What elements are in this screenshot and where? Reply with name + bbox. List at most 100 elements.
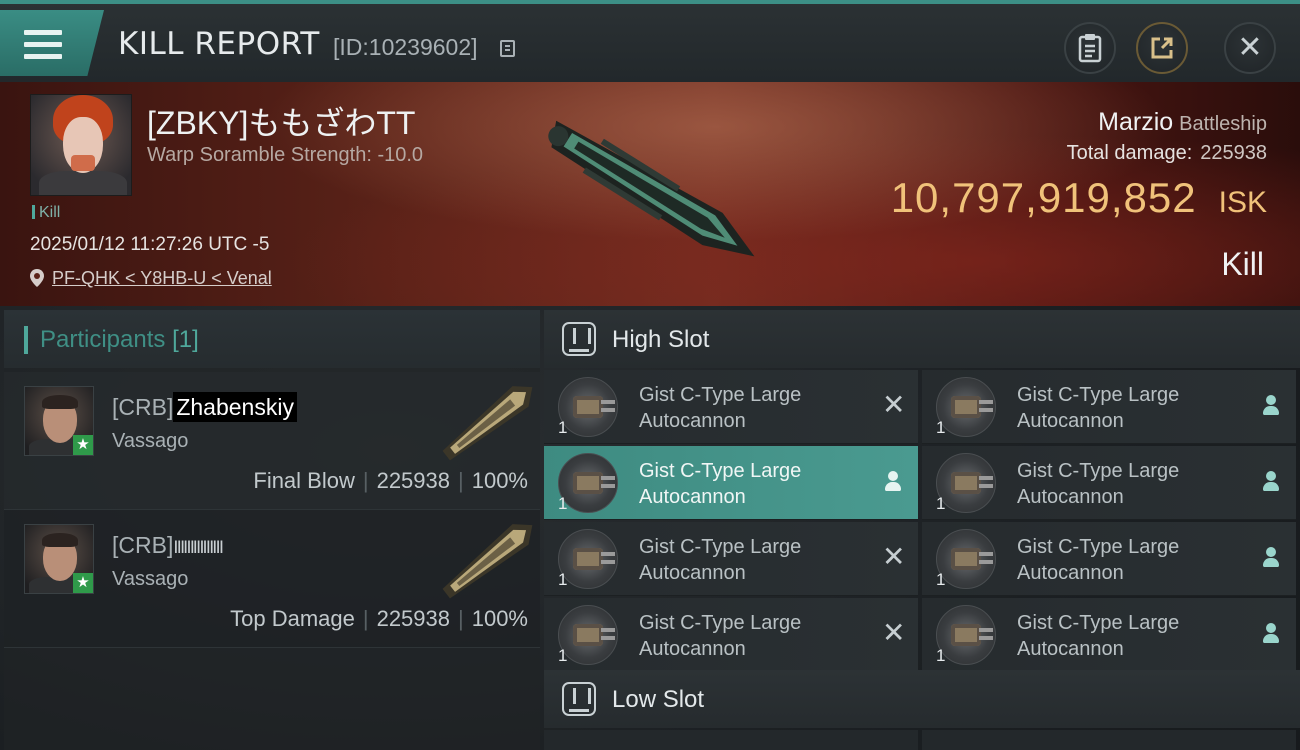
module-quantity: 1 [558,494,568,513]
close-icon: ✕ [1237,31,1263,64]
module-item[interactable]: 1 Gist C-Type Large Autocannon ✕ [544,370,918,444]
top-bar: KILL REPORT [ID:10239602] ✕ [0,0,1300,82]
person-icon [882,469,904,493]
participant-portrait[interactable]: ★ [24,524,94,594]
participant-name[interactable]: [CRB]ⅢⅢⅢⅢⅢ [112,532,224,559]
participant-corp: Vassago [112,568,189,590]
high-slot-icon [562,322,596,356]
participant-stats: Top Damage | 225938 | 100% [230,606,528,631]
kill-tag: Kill [32,204,60,222]
participant-ship-image[interactable] [434,514,544,604]
clipboard-icon [1078,34,1102,63]
destroyed-icon: ✕ [882,389,906,420]
person-icon [1260,545,1282,569]
location-link[interactable]: PF-QHK < Y8HB-U < Venal [52,268,272,288]
module-quantity: 1 [558,646,568,665]
module-item[interactable]: 1 Gist C-Type Large Autocannon [922,598,1296,672]
victim-name[interactable]: [ZBKY]ももざわTT [147,98,415,144]
kill-banner: [ZBKY]ももざわTT Warp Soramble Strength: -10… [0,82,1300,306]
module-item[interactable]: 1 Gist C-Type Large Autocannon [922,522,1296,596]
participant-stats: Final Blow | 225938 | 100% [253,468,528,493]
participant-damage: 225938 [376,606,450,631]
menu-icon [24,30,62,60]
victim-ship-image[interactable] [520,112,780,282]
module-quantity: 1 [936,418,946,437]
module-name: Gist C-Type Large Autocannon [639,536,802,584]
kill-result: Kill [1221,246,1264,282]
page-title: KILL REPORT [118,26,320,62]
participant-percent: 100% [471,468,528,493]
module-name: Gist C-Type Large Autocannon [639,460,802,508]
participant-corp: Vassago [112,430,189,452]
module-name: Gist C-Type Large Autocannon [639,612,802,660]
module-name: Gist C-Type Large Autocannon [1017,460,1180,508]
close-button[interactable]: ✕ [1224,22,1276,74]
module-quantity: 1 [936,646,946,665]
share-button[interactable] [1136,22,1188,74]
module-name: Gist C-Type Large Autocannon [1017,384,1180,432]
copy-icon[interactable] [500,40,515,57]
module-quantity: 1 [936,494,946,513]
participant-pilot-name: Zhabenskiy [173,392,297,422]
low-slot-title: Low Slot [612,686,705,713]
isk-value: 10,797,919,852 ISK [891,174,1267,222]
isk-amount: 10,797,919,852 [890,174,1197,221]
participant-row[interactable]: ★ [CRB] Zhabenskiy Vassago Final Blow | 225… [4,372,540,510]
module-quantity: 1 [558,570,568,589]
participant-corp-tag: [CRB] [112,532,174,558]
low-slot-header[interactable]: Low Slot [544,670,1300,728]
person-icon [1260,393,1282,417]
destroyed-icon: ✕ [882,541,906,572]
kill-datetime: 2025/01/12 11:27:26 UTC -5 [30,234,270,255]
module-quantity: 1 [558,418,568,437]
ship-class: Battleship [1179,113,1267,135]
ship-name[interactable]: Marzio [1098,108,1173,136]
module-name: Gist C-Type Large Autocannon [1017,612,1180,660]
module-item[interactable]: 1 Gist C-Type Large Autocannon [544,446,918,520]
module-item[interactable]: 1 Gist C-Type Large Autocannon ✕ [544,598,918,672]
isk-unit: ISK [1218,186,1267,219]
participant-name[interactable]: [CRB] Zhabenskiy [112,392,297,422]
participant-portrait[interactable]: ★ [24,386,94,456]
module-quantity: 1 [936,570,946,589]
warp-scramble-strength: Warp Soramble Strength: -10.0 [147,144,424,166]
star-icon: ★ [73,435,93,455]
low-slot-module-peek[interactable] [922,730,1296,750]
location-pin-icon [30,269,44,287]
person-icon [1260,621,1282,645]
menu-button[interactable] [0,10,104,76]
participants-count: [1] [172,326,199,353]
participant-role: Final Blow [253,468,355,493]
high-slot-header[interactable]: High Slot [544,310,1300,368]
share-icon [1151,37,1173,59]
participant-row[interactable]: ★ [CRB]ⅢⅢⅢⅢⅢ Vassago Top Damage | 225938 | 1… [4,510,540,648]
person-icon [1260,469,1282,493]
total-damage-label: Total damage: [1066,142,1193,164]
participants-label: Participants [40,326,166,353]
high-slot-title: High Slot [612,326,710,353]
module-item[interactable]: 1 Gist C-Type Large Autocannon [922,446,1296,520]
module-item[interactable]: 1 Gist C-Type Large Autocannon [922,370,1296,444]
star-icon: ★ [73,573,93,593]
participant-ship-image[interactable] [434,376,544,466]
kill-location[interactable]: PF-QHK < Y8HB-U < Venal [30,268,272,289]
report-id: [ID:10239602] [333,34,478,60]
clipboard-button[interactable] [1064,22,1116,74]
victim-portrait[interactable] [30,94,132,196]
module-name: Gist C-Type Large Autocannon [1017,536,1180,584]
participant-corp-tag: [CRB] [112,394,174,420]
participant-role: Top Damage [230,606,355,631]
participant-pilot-name: ⅢⅢⅢⅢⅢ [173,538,224,557]
destroyed-icon: ✕ [882,617,906,648]
low-slot-icon [562,682,596,716]
participant-percent: 100% [471,606,528,631]
module-item[interactable]: 1 Gist C-Type Large Autocannon ✕ [544,522,918,596]
total-damage-value: 225938 [1200,142,1267,164]
module-name: Gist C-Type Large Autocannon [639,384,802,432]
victim-ship: Marzio Battleship [1098,108,1267,137]
low-slot-module-peek[interactable] [544,730,918,750]
participants-header[interactable]: Participants [1] [4,310,540,368]
participants-panel: Participants [1] ★ [CRB] Zhabenskiy Vassa… [4,310,540,750]
participant-damage: 225938 [376,468,450,493]
total-damage: Total damage: 225938 [1067,142,1267,165]
